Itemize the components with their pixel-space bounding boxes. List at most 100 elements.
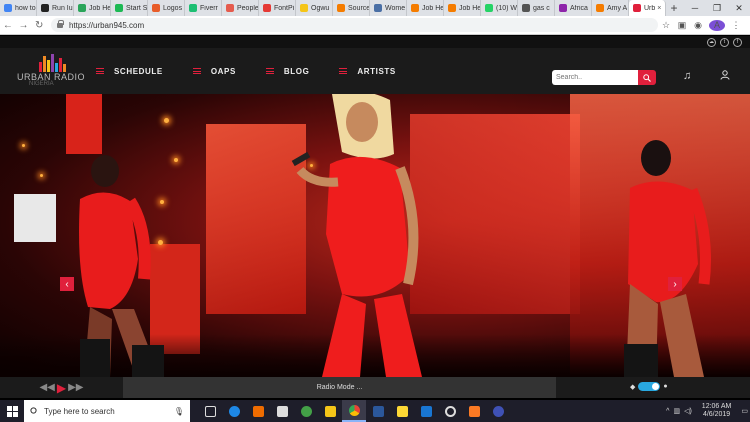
browser-tab[interactable]: (10) W [481, 0, 518, 16]
nav-item-blog[interactable]: BLOG [265, 67, 310, 76]
tab-favicon-icon [4, 4, 12, 12]
browser-tab[interactable]: FontPi [259, 0, 296, 16]
site-logo[interactable]: URBAN RADIO NIGERIA [17, 54, 85, 90]
facebook-icon[interactable]: f [733, 37, 742, 47]
chrome-icon[interactable] [342, 400, 366, 422]
browser-tab[interactable]: Ogwu [296, 0, 333, 16]
music-note-icon[interactable]: ♫ [683, 70, 691, 82]
twitter-icon[interactable]: t [720, 37, 729, 47]
menu-lines-icon [339, 67, 348, 76]
tab-label: Fiverr [200, 4, 218, 12]
search-button[interactable] [638, 70, 656, 85]
volume-icon[interactable]: ◁) [684, 407, 692, 415]
notifications-icon[interactable]: ▭ [741, 407, 748, 415]
tab-label: Start S [126, 4, 147, 12]
menu-lines-icon [192, 67, 201, 76]
browser-tab[interactable]: Fiverr [185, 0, 222, 16]
slider-prev-button[interactable]: ‹ [60, 277, 74, 291]
tab-favicon-icon [337, 4, 345, 12]
performer-center [291, 94, 422, 377]
extension-icon-2[interactable]: ◉ [690, 20, 706, 31]
tab-label: (10) W [496, 4, 517, 12]
vscode-icon[interactable] [414, 400, 438, 422]
user-icon[interactable] [720, 70, 730, 83]
soundcloud-icon[interactable]: ☁ [707, 37, 716, 47]
slider-next-button[interactable]: › [668, 277, 682, 291]
tab-label: People [237, 4, 258, 12]
windows-start-icon[interactable] [0, 400, 24, 422]
address-bar: ← → ↻ https://urban945.com ☆ ▣ ◉ A ⋮ [0, 16, 750, 35]
file-explorer-icon[interactable] [318, 400, 342, 422]
mode-toggle[interactable]: ◆ ● [630, 382, 668, 391]
tab-favicon-icon [115, 4, 123, 12]
settings-icon[interactable] [438, 400, 462, 422]
new-tab-button[interactable]: + [666, 0, 682, 16]
mail-icon[interactable] [270, 400, 294, 422]
forward-icon[interactable]: → [16, 20, 32, 31]
hero-slider-image: ‹ › [0, 94, 750, 377]
tab-favicon-icon [226, 4, 234, 12]
browser-tab[interactable]: Source [333, 0, 370, 16]
profile-avatar[interactable]: A [709, 19, 725, 31]
browser-tab[interactable]: Logos [148, 0, 185, 16]
xbox-icon[interactable] [294, 400, 318, 422]
microphone-icon[interactable]: 🎙 [174, 407, 184, 416]
tab-close-icon[interactable]: × [657, 5, 661, 12]
tab-label: Urb [644, 4, 656, 12]
maximize-icon[interactable]: ❐ [706, 0, 728, 16]
browser-tab[interactable]: Job He [444, 0, 481, 16]
clock-time: 12:06 AM [701, 403, 732, 410]
tab-favicon-icon [411, 4, 419, 12]
site-header: URBAN RADIO NIGERIA SCHEDULE OAPS BLOG ARTI… [0, 48, 750, 94]
menu-icon[interactable]: ⋮ [728, 20, 744, 31]
social-strip: ☁ t f [0, 36, 750, 48]
app-icon[interactable] [486, 400, 510, 422]
windows-taskbar: Type here to search 🎙 ^ ▥ ◁) 12:06 AM 4/… [0, 400, 750, 422]
reload-icon[interactable]: ↻ [31, 20, 47, 31]
menu-lines-icon [96, 67, 104, 76]
player-controls: ◀◀ ▶ ▶▶ [0, 381, 123, 395]
extension-icon[interactable]: ▣ [674, 20, 690, 31]
play-icon[interactable]: ▶ [57, 381, 66, 395]
edge-icon[interactable] [222, 400, 246, 422]
network-icon[interactable]: ▥ [673, 407, 680, 415]
tab-label: Africa [570, 4, 588, 12]
back-icon[interactable]: ← [0, 20, 16, 31]
close-icon[interactable]: ✕ [728, 0, 750, 16]
url-field[interactable]: https://urban945.com [50, 18, 658, 32]
chevron-up-icon[interactable]: ^ [666, 408, 669, 415]
minimize-icon[interactable]: ─ [684, 0, 706, 16]
browser-tab[interactable]: Amy A [592, 0, 629, 16]
nav-item-artists[interactable]: ARTISTS [339, 67, 395, 76]
rewind-icon[interactable]: ◀◀ [39, 382, 54, 393]
browser-tab[interactable]: Job He [407, 0, 444, 16]
radio-player-bar: ◀◀ ▶ ▶▶ Radio Mode ... ◆ ● [0, 377, 750, 398]
lock-icon [56, 19, 64, 28]
browser-tab[interactable]: Africa [555, 0, 592, 16]
word-icon[interactable] [366, 400, 390, 422]
browser-tab[interactable]: Run Iu [37, 0, 74, 16]
browser-tab[interactable]: Start S [111, 0, 148, 16]
browser-tab[interactable]: People [222, 0, 259, 16]
toggle-switch[interactable] [638, 382, 661, 391]
browser-tab[interactable]: Wome [370, 0, 407, 16]
tab-label: Source [348, 4, 369, 12]
search-input[interactable] [552, 70, 638, 85]
clock[interactable]: 12:06 AM 4/6/2019 [700, 403, 734, 419]
store-icon[interactable] [246, 400, 270, 422]
nav-item-schedule[interactable]: SCHEDULE [96, 67, 163, 76]
sticky-notes-icon[interactable] [390, 400, 414, 422]
system-tray: ^ ▥ ◁) 12:06 AM 4/6/2019 ▭ [664, 400, 750, 422]
browser-tab[interactable]: gas c [518, 0, 555, 16]
menu-lines-icon [265, 67, 274, 76]
nav-item-label: OAPS [210, 66, 236, 76]
browser-tab[interactable]: Job He [74, 0, 111, 16]
browser-tab[interactable]: Urb × [629, 0, 666, 16]
bookmark-star-icon[interactable]: ☆ [658, 20, 674, 31]
fast-forward-icon[interactable]: ▶▶ [68, 382, 83, 393]
xampp-icon[interactable] [462, 400, 486, 422]
task-view-icon[interactable] [198, 400, 222, 422]
browser-tab[interactable]: how to [0, 0, 37, 16]
taskbar-search[interactable]: Type here to search 🎙 [24, 400, 190, 422]
nav-item-oaps[interactable]: OAPS [192, 66, 236, 76]
